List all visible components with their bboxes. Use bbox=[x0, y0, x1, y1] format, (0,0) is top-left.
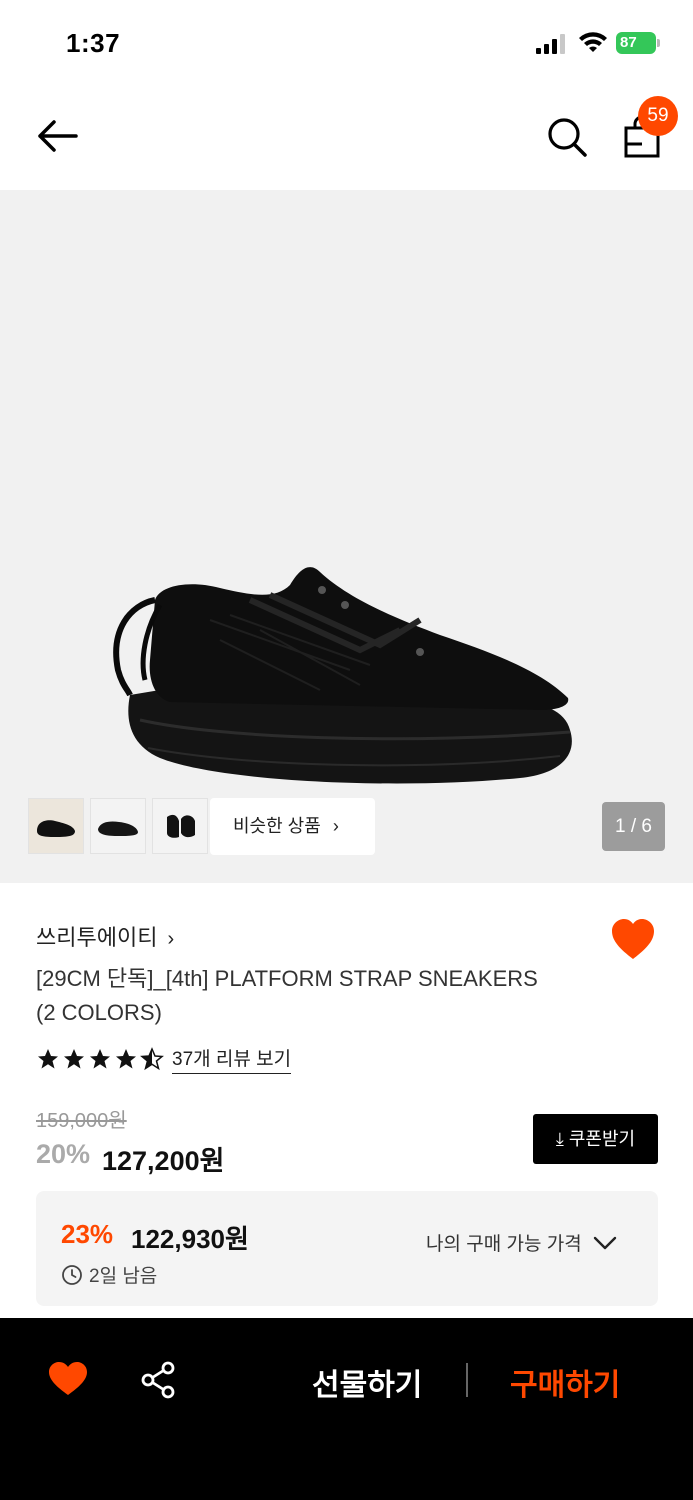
chevron-right-icon: › bbox=[167, 928, 175, 950]
rating-stars bbox=[36, 1047, 164, 1071]
battery-level: 87 bbox=[616, 32, 656, 54]
download-icon: ⤓ bbox=[555, 1129, 569, 1149]
coupon-button[interactable]: ⤓ 쿠폰받기 bbox=[533, 1114, 658, 1164]
gift-button[interactable]: 선물하기 bbox=[312, 1360, 422, 1404]
star-icon bbox=[64, 1049, 84, 1069]
wifi-icon bbox=[579, 32, 607, 52]
thumbnail-1[interactable] bbox=[28, 798, 84, 854]
thumbnail-strip bbox=[28, 798, 208, 854]
bottom-action-bar: 선물하기 구매하기 bbox=[0, 1318, 693, 1500]
search-icon[interactable] bbox=[544, 114, 590, 160]
shoe-thumbnail-icon bbox=[167, 814, 195, 838]
product-image bbox=[113, 567, 572, 784]
best-price-value: 122,930원 bbox=[131, 1224, 249, 1254]
heart-icon[interactable] bbox=[610, 918, 656, 962]
brand-link[interactable]: 쓰리투에이티 › bbox=[36, 920, 174, 952]
like-heart-icon[interactable] bbox=[48, 1361, 88, 1397]
product-title-line-2: (2 COLORS) bbox=[36, 1000, 162, 1025]
star-icon bbox=[116, 1049, 136, 1069]
status-bar: 1:37 87 bbox=[0, 0, 693, 88]
best-price-panel: 23% 122,930원 2일 남음 나의 구매 가능 가격 bbox=[36, 1191, 658, 1306]
rating-row: 37개 리뷰 보기 bbox=[36, 1044, 292, 1074]
image-page-indicator: 1 / 6 bbox=[602, 802, 665, 851]
shoe-thumbnail-icon bbox=[37, 820, 75, 837]
my-price-toggle[interactable]: 나의 구매 가능 가격 bbox=[426, 1229, 618, 1256]
half-star-icon bbox=[140, 1047, 164, 1071]
back-arrow-icon[interactable] bbox=[30, 114, 84, 158]
cellular-signal-icon bbox=[536, 34, 565, 54]
coupon-label: 쿠폰받기 bbox=[568, 1129, 636, 1149]
product-title: [29CM 단독]_[4th] PLATFORM STRAP SNEAKERS … bbox=[36, 962, 616, 1030]
buy-button[interactable]: 구매하기 bbox=[510, 1360, 620, 1404]
sale-price: 127,200원 bbox=[102, 1146, 225, 1176]
star-icon bbox=[90, 1049, 110, 1069]
my-price-label: 나의 구매 가능 가격 bbox=[426, 1234, 582, 1255]
best-price-rate: 23% bbox=[61, 1219, 114, 1249]
top-navigation bbox=[0, 88, 693, 190]
time-left: 2일 남음 bbox=[89, 1266, 158, 1287]
product-image-gallery[interactable]: 비슷한 상품 › 1 / 6 bbox=[0, 190, 693, 883]
star-icon bbox=[38, 1049, 58, 1069]
chevron-right-icon: › bbox=[332, 816, 339, 836]
best-price-timer: 2일 남음 bbox=[61, 1261, 157, 1288]
discount-rate: 20% bbox=[36, 1139, 91, 1169]
clock-icon bbox=[62, 1264, 82, 1285]
product-title-line-1: [29CM 단독]_[4th] PLATFORM STRAP SNEAKERS bbox=[36, 966, 538, 991]
battery-icon: 87 bbox=[616, 32, 660, 54]
original-price: 159,000원 bbox=[36, 1110, 127, 1132]
divider bbox=[466, 1363, 468, 1397]
thumbnail-2[interactable] bbox=[90, 798, 146, 854]
similar-products-button[interactable]: 비슷한 상품 › bbox=[210, 798, 375, 855]
thumbnail-3[interactable] bbox=[152, 798, 208, 854]
similar-products-label: 비슷한 상품 bbox=[233, 816, 321, 836]
reviews-link[interactable]: 37개 리뷰 보기 bbox=[172, 1044, 292, 1074]
chevron-down-icon bbox=[593, 1236, 616, 1249]
brand-name: 쓰리투에이티 bbox=[36, 925, 158, 950]
cart-count-badge: 59 bbox=[638, 96, 678, 136]
status-time: 1:37 bbox=[66, 28, 121, 58]
shoe-thumbnail-icon bbox=[98, 821, 138, 836]
share-icon[interactable] bbox=[140, 1361, 178, 1399]
